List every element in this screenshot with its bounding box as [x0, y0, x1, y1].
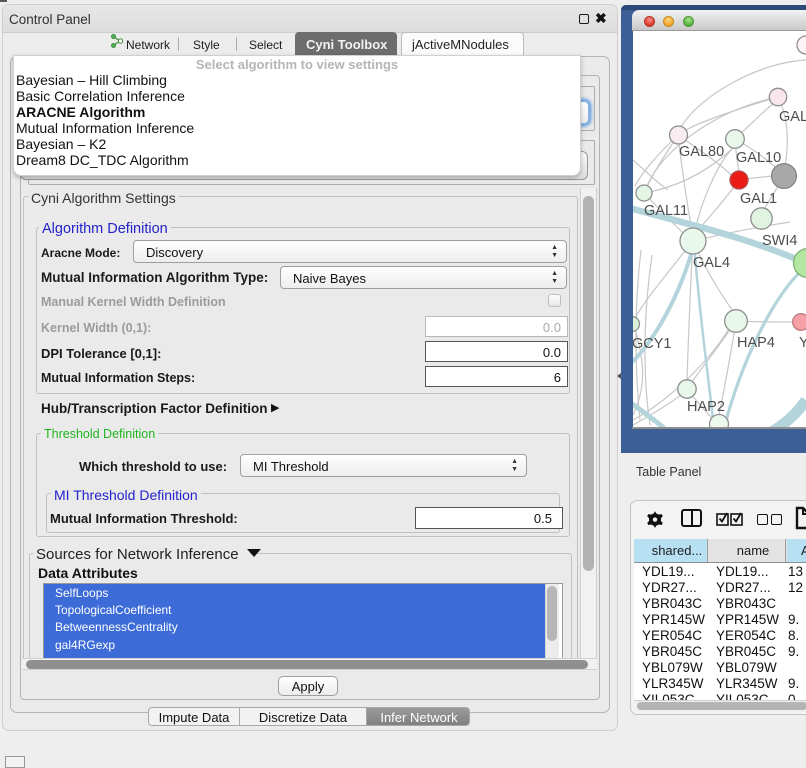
- svg-text:SWI4: SWI4: [762, 233, 797, 249]
- svg-text:GAL4: GAL4: [693, 255, 730, 271]
- svg-text:GAL10: GAL10: [736, 150, 781, 166]
- svg-text:GCY1: GCY1: [633, 336, 672, 352]
- svg-text:GAL2: GAL2: [779, 109, 806, 125]
- svg-text:GAL11: GAL11: [644, 203, 688, 219]
- svg-text:GAL1: GAL1: [740, 191, 777, 207]
- svg-text:GAL80: GAL80: [679, 144, 724, 160]
- svg-text:HAP2: HAP2: [687, 399, 725, 415]
- svg-text:HAP4: HAP4: [737, 335, 775, 351]
- svg-text:Y: Y: [799, 335, 806, 351]
